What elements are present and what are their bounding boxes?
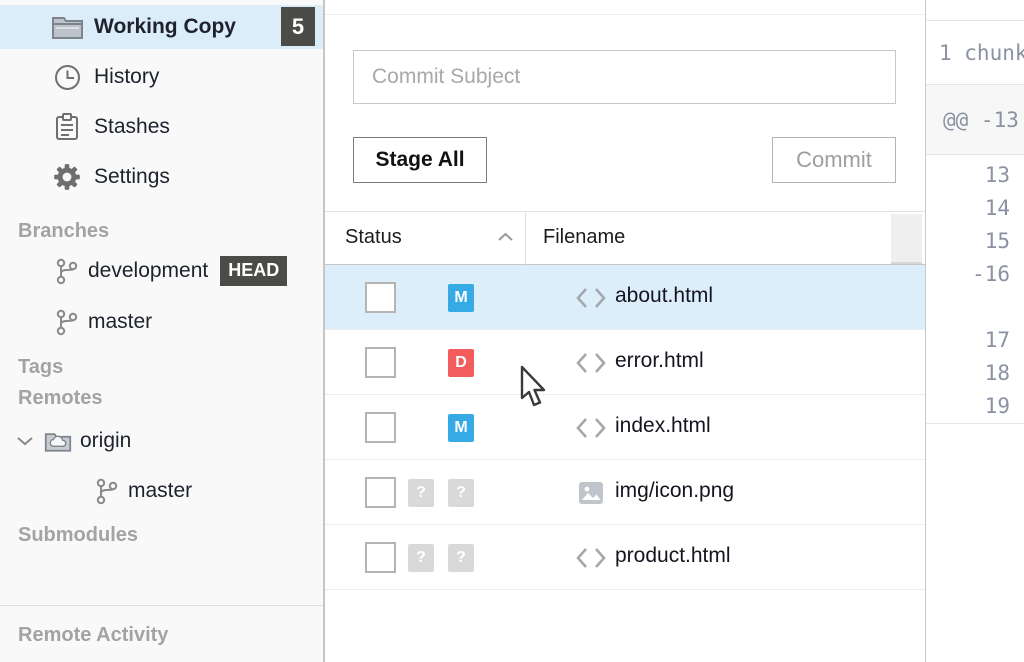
- stage-checkbox[interactable]: [365, 542, 396, 573]
- code-file-icon: [575, 285, 607, 311]
- status-badge-untracked: ?: [408, 479, 434, 507]
- folder-icon: [50, 14, 84, 41]
- remote-label: origin: [80, 429, 131, 453]
- remote-activity-section-header[interactable]: Remote Activity: [18, 624, 168, 647]
- sidebar-item-label: Settings: [94, 165, 170, 189]
- diff-line-number-gutter: 13 14 15 -16 17 18 19: [926, 155, 1024, 424]
- filename-label: about.html: [615, 284, 713, 308]
- remote-item-origin[interactable]: origin: [0, 421, 323, 461]
- commit-subject-input[interactable]: [353, 50, 896, 104]
- branch-item-master[interactable]: master: [0, 302, 323, 342]
- sidebar: Working Copy 5 History: [0, 0, 325, 662]
- clipboard-icon: [50, 113, 84, 141]
- branch-icon: [52, 309, 80, 336]
- commit-pane: Stage All Commit Status Filename M abo: [325, 0, 925, 662]
- diff-hunk-header: @@ -13: [926, 85, 1024, 155]
- diff-line-number: [926, 291, 1024, 324]
- sidebar-item-history[interactable]: History: [0, 55, 323, 99]
- status-badge-untracked: ?: [408, 544, 434, 572]
- sidebar-item-label: Working Copy: [94, 15, 236, 39]
- file-row-error[interactable]: D error.html: [325, 330, 925, 395]
- diff-line-number: 14: [926, 192, 1024, 225]
- column-divider[interactable]: [525, 212, 526, 265]
- file-row-index[interactable]: M index.html: [325, 395, 925, 460]
- filename-label: img/icon.png: [615, 479, 734, 503]
- filename-label: error.html: [615, 349, 704, 373]
- file-table-header: Status Filename: [325, 211, 925, 265]
- pane-divider: [325, 14, 925, 15]
- diff-line-number: 13: [926, 159, 1024, 192]
- remote-folder-icon: [44, 428, 72, 455]
- tags-section-header[interactable]: Tags: [18, 356, 63, 379]
- stage-checkbox[interactable]: [365, 282, 396, 313]
- remote-branch-label: master: [128, 479, 192, 503]
- branch-label: development: [88, 259, 208, 283]
- stage-checkbox[interactable]: [365, 477, 396, 508]
- diff-line-number: 18: [926, 357, 1024, 390]
- code-file-icon: [575, 350, 607, 376]
- column-header-filename[interactable]: Filename: [543, 226, 625, 249]
- sidebar-item-working-copy[interactable]: Working Copy 5: [0, 5, 323, 49]
- sidebar-item-label: Stashes: [94, 115, 170, 139]
- diff-line-number: 17: [926, 324, 1024, 357]
- status-badge-deleted: D: [448, 349, 474, 377]
- code-file-icon: [575, 415, 607, 441]
- head-badge: HEAD: [220, 256, 287, 286]
- scrollbar-corner: [891, 214, 922, 264]
- diff-toolbar-strip: [926, 0, 1024, 21]
- git-client-window: Working Copy 5 History: [0, 0, 1024, 662]
- sidebar-divider: [0, 605, 323, 606]
- remotes-section-header[interactable]: Remotes: [18, 387, 102, 410]
- diff-line-number: 15: [926, 225, 1024, 258]
- file-row-about[interactable]: M about.html: [325, 265, 925, 330]
- file-row-img-icon[interactable]: ? ? img/icon.png: [325, 460, 925, 525]
- branches-section-header[interactable]: Branches: [18, 220, 109, 243]
- stage-checkbox[interactable]: [365, 412, 396, 443]
- branch-label: master: [88, 310, 152, 334]
- remote-branch-item-master[interactable]: master: [0, 471, 323, 511]
- branch-icon: [52, 258, 80, 285]
- diff-line-number: 19: [926, 390, 1024, 423]
- status-badge-modified: M: [448, 284, 474, 312]
- image-file-icon: [575, 480, 607, 506]
- sort-ascending-icon[interactable]: [497, 232, 514, 242]
- stage-checkbox[interactable]: [365, 347, 396, 378]
- sidebar-item-settings[interactable]: Settings: [0, 155, 323, 199]
- status-badge-modified: M: [448, 414, 474, 442]
- filename-label: product.html: [615, 544, 731, 568]
- diff-pane: 1 chunk @@ -13 13 14 15 -16 17 18 19: [925, 0, 1024, 662]
- status-badge-untracked: ?: [448, 479, 474, 507]
- filename-label: index.html: [615, 414, 711, 438]
- code-file-icon: [575, 545, 607, 571]
- diff-line-number-removed: -16: [926, 258, 1024, 291]
- clock-icon: [50, 64, 84, 91]
- chevron-down-icon[interactable]: [16, 435, 34, 447]
- gear-icon: [50, 163, 84, 191]
- commit-button[interactable]: Commit: [772, 137, 896, 183]
- file-row-product[interactable]: ? ? product.html: [325, 525, 925, 590]
- branch-item-development[interactable]: development HEAD: [0, 251, 323, 291]
- branch-icon: [92, 478, 120, 505]
- stage-all-button[interactable]: Stage All: [353, 137, 487, 183]
- diff-chunk-summary: 1 chunk: [926, 21, 1024, 85]
- column-header-status[interactable]: Status: [345, 226, 402, 249]
- sidebar-item-stashes[interactable]: Stashes: [0, 105, 323, 149]
- sidebar-item-label: History: [94, 65, 159, 89]
- submodules-section-header[interactable]: Submodules: [18, 524, 138, 547]
- working-copy-count-badge: 5: [281, 7, 315, 46]
- status-badge-untracked: ?: [448, 544, 474, 572]
